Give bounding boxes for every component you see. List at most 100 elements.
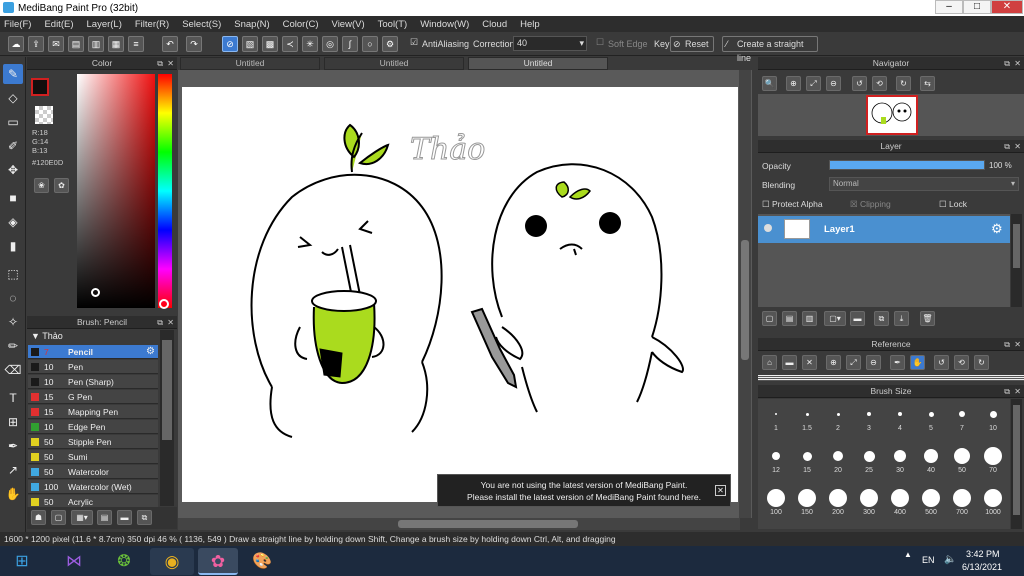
secondary-color-swatch[interactable] [35, 106, 53, 124]
zoom-out-icon[interactable]: 🔍 [762, 76, 777, 91]
lock-checkbox[interactable]: ☐ Lock [939, 199, 967, 210]
menu-color[interactable]: Color(C) [283, 19, 319, 30]
radial-snap-icon[interactable]: ✳ [302, 36, 318, 52]
undock-icon[interactable]: ⧉ [157, 316, 163, 329]
medibang-taskbar-icon[interactable]: ✿ [198, 548, 238, 575]
navigator-thumbnail[interactable] [866, 95, 918, 135]
layer-row-layer1[interactable]: Layer1 ⚙ [758, 216, 1010, 243]
operation-tool-icon[interactable]: ↗ [3, 460, 23, 480]
reference-eyedropper-icon[interactable]: ✒ [890, 355, 905, 370]
reference-rotate-left-icon[interactable]: ↺ [934, 355, 949, 370]
undo-icon[interactable]: ↶ [162, 36, 178, 52]
brush-size-4[interactable]: 4 [885, 403, 915, 441]
undock-icon[interactable]: ⧉ [1004, 385, 1010, 398]
speaker-icon[interactable]: 🔈 [944, 554, 956, 565]
share-icon[interactable]: ⇪ [28, 36, 44, 52]
new-8bit-layer-icon[interactable]: ▥ [802, 311, 817, 326]
menu-window[interactable]: Window(W) [420, 19, 469, 30]
eyedropper-tool-icon[interactable]: ✒ [3, 436, 23, 456]
undock-icon[interactable]: ⧉ [1004, 57, 1010, 70]
select-tool-icon[interactable]: ⬚ [3, 264, 23, 284]
brush-item-stipple-pen[interactable]: 50 Stipple Pen [28, 435, 158, 449]
duplicate-brush-icon[interactable]: ▤ [97, 510, 112, 525]
menu-view[interactable]: View(V) [332, 19, 365, 30]
cloud-icon[interactable]: ☁ [8, 36, 24, 52]
brush-size-1[interactable]: 1 [761, 403, 791, 441]
antialiasing-checkbox[interactable]: ☑ [410, 37, 418, 48]
scroll-thumb[interactable] [1013, 224, 1020, 268]
saturation-value-picker[interactable] [77, 74, 155, 308]
primary-color-swatch[interactable] [31, 78, 49, 96]
brush-size-100[interactable]: 100 [761, 487, 791, 525]
brush-size-30[interactable]: 30 [885, 445, 915, 483]
close-notice-icon[interactable]: ✕ [715, 485, 726, 496]
opacity-slider[interactable] [829, 160, 985, 170]
update-notice[interactable]: You are not using the latest version of … [437, 474, 731, 507]
delete-layer-icon[interactable]: 🗑 [920, 311, 935, 326]
brush-item-watercolor[interactable]: 50 Watercolor [28, 465, 158, 479]
gear-icon[interactable]: ⚙ [146, 346, 155, 357]
close-icon[interactable]: ✕ [1014, 57, 1021, 70]
brush-item-sumi[interactable]: 50 Sumi [28, 450, 158, 464]
undock-icon[interactable]: ⧉ [157, 57, 163, 70]
visual-studio-icon[interactable]: ⋈ [56, 548, 92, 575]
brush-item-mapping-pen[interactable]: 15 Mapping Pen [28, 405, 158, 419]
brush-item-edge-pen[interactable]: 10 Edge Pen [28, 420, 158, 434]
select-eraser-icon[interactable]: ⌫ [3, 360, 23, 380]
horizontal-scroll-thumb[interactable] [398, 520, 578, 528]
menu-snap[interactable]: Snap(N) [234, 19, 269, 30]
comment-icon[interactable]: ✉ [48, 36, 64, 52]
color-settings-icon[interactable]: ✿ [54, 178, 69, 193]
flip-icon[interactable]: ⇆ [920, 76, 935, 91]
reference-zoom-in-icon[interactable]: ⊖ [866, 355, 881, 370]
protect-alpha-checkbox[interactable]: ☐ Protect Alpha [762, 199, 823, 210]
brush-size-25[interactable]: 25 [854, 445, 884, 483]
reference-rotate-right-icon[interactable]: ↻ [974, 355, 989, 370]
zoom-in-icon[interactable]: ⊕ [786, 76, 801, 91]
fill-rect-tool-icon[interactable]: ■ [3, 188, 23, 208]
drawing-canvas[interactable]: Thảo [182, 87, 738, 502]
close-icon[interactable]: ✕ [1014, 140, 1021, 153]
brush-item-g-pen[interactable]: 15 G Pen [28, 390, 158, 404]
clipping-checkbox[interactable]: ☒ Clipping [850, 199, 891, 210]
brush-size-50[interactable]: 50 [947, 445, 977, 483]
divide-tool-icon[interactable]: ⊞ [3, 412, 23, 432]
dot-tool-icon[interactable]: ✐ [3, 136, 23, 156]
brush-size-400[interactable]: 400 [885, 487, 915, 525]
gear-icon[interactable]: ⚙ [991, 221, 1003, 237]
menu-layer[interactable]: Layer(L) [87, 19, 122, 30]
reference-reset-icon[interactable]: ⟲ [954, 355, 969, 370]
concentric-snap-icon[interactable]: ◎ [322, 36, 338, 52]
list-icon[interactable]: ≡ [128, 36, 144, 52]
tab-untitled-1[interactable]: Untitled [180, 57, 320, 70]
start-button[interactable]: ⊞ [0, 548, 44, 575]
move-tool-icon[interactable]: ✥ [3, 160, 23, 180]
brush-size-500[interactable]: 500 [916, 487, 946, 525]
folder-icon[interactable]: ▬ [117, 510, 132, 525]
chrome-icon[interactable]: ◉ [150, 548, 194, 575]
brush-size-150[interactable]: 150 [792, 487, 822, 525]
circle-snap-icon[interactable]: ○ [362, 36, 378, 52]
parallel-snap-icon[interactable]: ▧ [242, 36, 258, 52]
rotate-right-icon[interactable]: ↻ [896, 76, 911, 91]
vertical-scrollbar[interactable] [739, 70, 751, 518]
brush-size-300[interactable]: 300 [854, 487, 884, 525]
brush-size-40[interactable]: 40 [916, 445, 946, 483]
menu-help[interactable]: Help [520, 19, 540, 30]
undock-icon[interactable]: ⧉ [1004, 338, 1010, 351]
select-pen-icon[interactable]: ✏ [3, 336, 23, 356]
scroll-thumb[interactable] [162, 340, 172, 440]
layer-folder-icon[interactable]: ▬ [850, 311, 865, 326]
grid-doc-icon[interactable]: ▦ [108, 36, 124, 52]
zoom-minus-icon[interactable]: ⊖ [826, 76, 841, 91]
language-indicator[interactable]: EN [922, 555, 935, 565]
close-icon[interactable]: ✕ [167, 57, 174, 70]
maximize-button[interactable]: □ [963, 0, 991, 14]
reference-home-icon[interactable]: ⌂ [762, 355, 777, 370]
brush-size-10[interactable]: 10 [978, 403, 1008, 441]
app-green-icon[interactable]: ❂ [104, 548, 144, 575]
reference-close-icon[interactable]: ✕ [802, 355, 817, 370]
tab-untitled-3[interactable]: Untitled [468, 57, 608, 70]
doc-icon[interactable]: ▤ [68, 36, 84, 52]
brush-size-20[interactable]: 20 [823, 445, 853, 483]
